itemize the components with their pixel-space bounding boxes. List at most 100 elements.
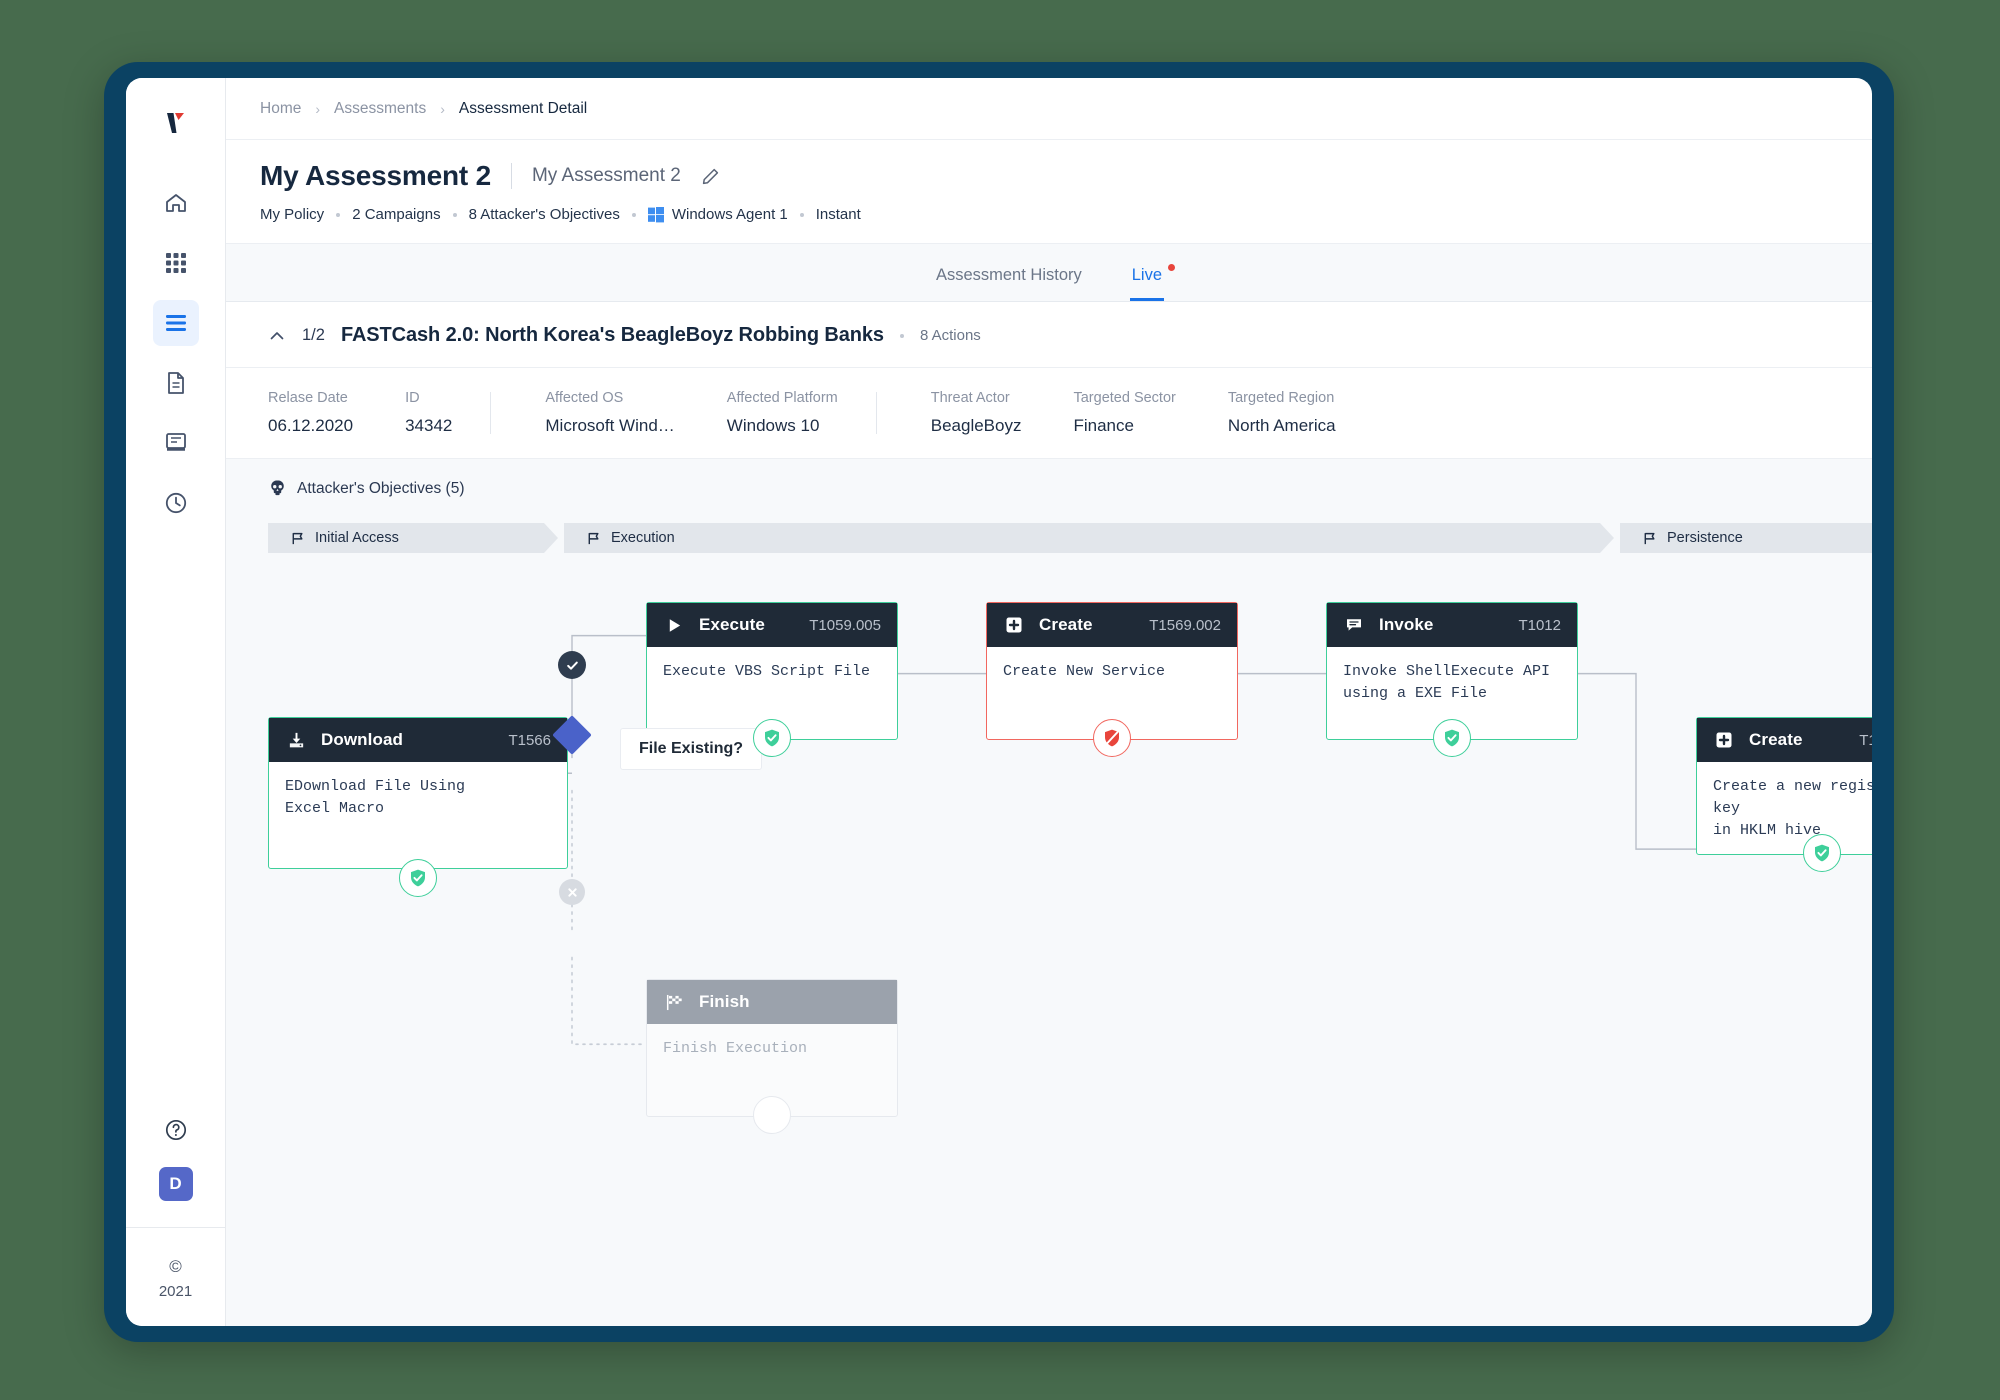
vectra-logo-icon[interactable]: [153, 100, 199, 146]
x-circle-icon: [559, 879, 585, 905]
breadcrumb-item-home[interactable]: Home: [260, 100, 301, 118]
meta-campaigns-label: 2 Campaigns: [352, 206, 441, 223]
rail-bottom-group: D © 2021: [126, 1107, 225, 1326]
flow-end-circle[interactable]: [753, 1096, 791, 1134]
detail-label: Affected OS: [545, 390, 624, 406]
detail-value: BeagleBoyz: [930, 416, 1022, 435]
attack-flow-canvas[interactable]: Attacker's Objectives (5) Initial Access: [226, 459, 1872, 1326]
download-icon: [285, 731, 307, 750]
detail-targeted-region: Targeted Region North America: [1202, 390, 1362, 436]
details-group-2: Affected OS Microsoft Wind… Affected Pla…: [503, 390, 863, 436]
skull-icon: [268, 479, 287, 498]
phase-initial-access[interactable]: Initial Access: [268, 523, 558, 553]
breadcrumb-item-assessments[interactable]: Assessments: [334, 100, 426, 118]
meta-campaigns[interactable]: 2 Campaigns: [352, 206, 440, 223]
meta-agent[interactable]: Windows Agent 1: [647, 206, 788, 223]
grid-icon: [165, 252, 187, 274]
rail-footer: © 2021: [126, 1227, 225, 1326]
chevron-up-icon[interactable]: [268, 327, 286, 345]
detail-value: Windows 10: [726, 416, 820, 435]
node-technique-id: T1566: [508, 731, 551, 749]
status-badge-create-registry[interactable]: [1803, 834, 1841, 872]
node-header: Invoke T1012: [1327, 603, 1577, 647]
node-description: EDownload File Using Excel Macro: [285, 778, 466, 817]
flag-icon: [1642, 531, 1657, 546]
sidebar-item-assessments[interactable]: [152, 300, 199, 346]
diamond-icon: [552, 715, 592, 755]
phase-execution[interactable]: Execution: [564, 523, 1614, 553]
details-group-1: Relase Date 06.12.2020 ID 34342: [226, 390, 478, 436]
node-header: Download T1566: [269, 718, 567, 762]
check-circle-icon: [558, 651, 586, 679]
node-header: Create T1569.002: [987, 603, 1237, 647]
detail-label: Relase Date: [268, 390, 348, 406]
tab-live[interactable]: Live: [1129, 264, 1176, 301]
condition-label-box[interactable]: File Existing?: [620, 728, 763, 770]
details-divider: [490, 392, 492, 434]
pencil-icon[interactable]: [701, 167, 720, 186]
node-create-registry[interactable]: Create T1547.001 Create a new registry k…: [1696, 717, 1872, 855]
node-action: Create: [1039, 615, 1093, 634]
meta-agent-label: Windows Agent 1: [671, 206, 788, 223]
status-badge-execute[interactable]: [753, 719, 791, 757]
sidebar-item-reports[interactable]: [153, 360, 199, 406]
tab-assessment-history[interactable]: Assessment History: [934, 266, 1084, 301]
detail-label: ID: [405, 390, 420, 406]
status-badge-invoke[interactable]: [1433, 719, 1471, 757]
node-download[interactable]: Download T1566 EDownload File Using Exce…: [268, 717, 568, 869]
sidebar-item-home[interactable]: [153, 180, 199, 226]
document-icon: [165, 371, 187, 395]
detail-value: Finance: [1073, 416, 1134, 435]
detail-value: 34342: [405, 416, 453, 435]
assessment-meta-row: My Policy 2 Campaigns 8 Attacker's Objec…: [260, 206, 1838, 223]
phase-label: Execution: [611, 530, 675, 546]
detail-threat-actor: Threat Actor BeagleBoyz: [889, 390, 1048, 436]
flag-icon: [586, 531, 601, 546]
title-row: My Assessment 2 My Assessment 2: [260, 160, 1838, 192]
list-icon: [164, 313, 188, 333]
main-content: Home › Assessments › Assessment Detail M…: [226, 78, 1872, 1326]
detail-label: Affected Platform: [726, 390, 838, 406]
breadcrumb-separator: ›: [315, 100, 321, 117]
condition-false-marker[interactable]: [559, 879, 585, 905]
node-header: Execute T1059.005: [647, 603, 897, 647]
meta-schedule[interactable]: Instant: [816, 206, 861, 223]
campaign-index: 1/2: [302, 326, 325, 344]
title-divider: [510, 163, 512, 189]
detail-affected-os: Affected OS Microsoft Wind…: [503, 390, 700, 436]
node-technique-id: T1059.005: [809, 616, 881, 634]
sidebar-item-agents[interactable]: [153, 420, 199, 466]
home-icon: [164, 191, 188, 215]
avatar[interactable]: D: [158, 1167, 193, 1201]
meta-dot: [799, 212, 804, 217]
meta-objectives[interactable]: 8 Attacker's Objectives: [469, 206, 620, 223]
phase-persistence[interactable]: Persistence: [1620, 523, 1872, 553]
live-indicator-dot: [1168, 264, 1176, 271]
campaign-actions-count: 8 Actions: [919, 327, 981, 344]
windows-icon: [647, 206, 664, 223]
help-button[interactable]: [153, 1107, 199, 1153]
sidebar-item-history[interactable]: [153, 480, 199, 526]
left-nav-rail: D © 2021: [126, 78, 226, 1326]
meta-policy[interactable]: My Policy: [260, 206, 324, 223]
clock-icon: [164, 491, 188, 515]
play-icon: [663, 617, 685, 634]
meta-dot: [631, 212, 636, 217]
status-badge-download[interactable]: [399, 859, 437, 897]
help-circle-icon: [164, 1118, 188, 1142]
objectives-label: Attacker's Objectives (5): [297, 479, 465, 497]
shield-check-icon: [1812, 843, 1832, 863]
condition-label: File Existing?: [639, 740, 744, 757]
node-header: Finish: [647, 980, 897, 1024]
detail-targeted-sector: Targeted Sector Finance: [1047, 390, 1201, 436]
status-badge-create-service[interactable]: [1093, 719, 1131, 757]
node-technique-id: T1012: [1518, 616, 1561, 634]
decision-diamond[interactable]: [552, 715, 592, 755]
sidebar-item-apps[interactable]: [153, 240, 199, 286]
breadcrumb: Home › Assessments › Assessment Detail: [226, 78, 1872, 140]
meta-policy-label: My Policy: [260, 206, 325, 223]
detail-value: Microsoft Wind…: [545, 416, 675, 435]
condition-true-marker[interactable]: [558, 651, 586, 679]
detail-release-date: Relase Date 06.12.2020: [226, 390, 379, 436]
node-technique-id: T1569.002: [1149, 616, 1221, 634]
